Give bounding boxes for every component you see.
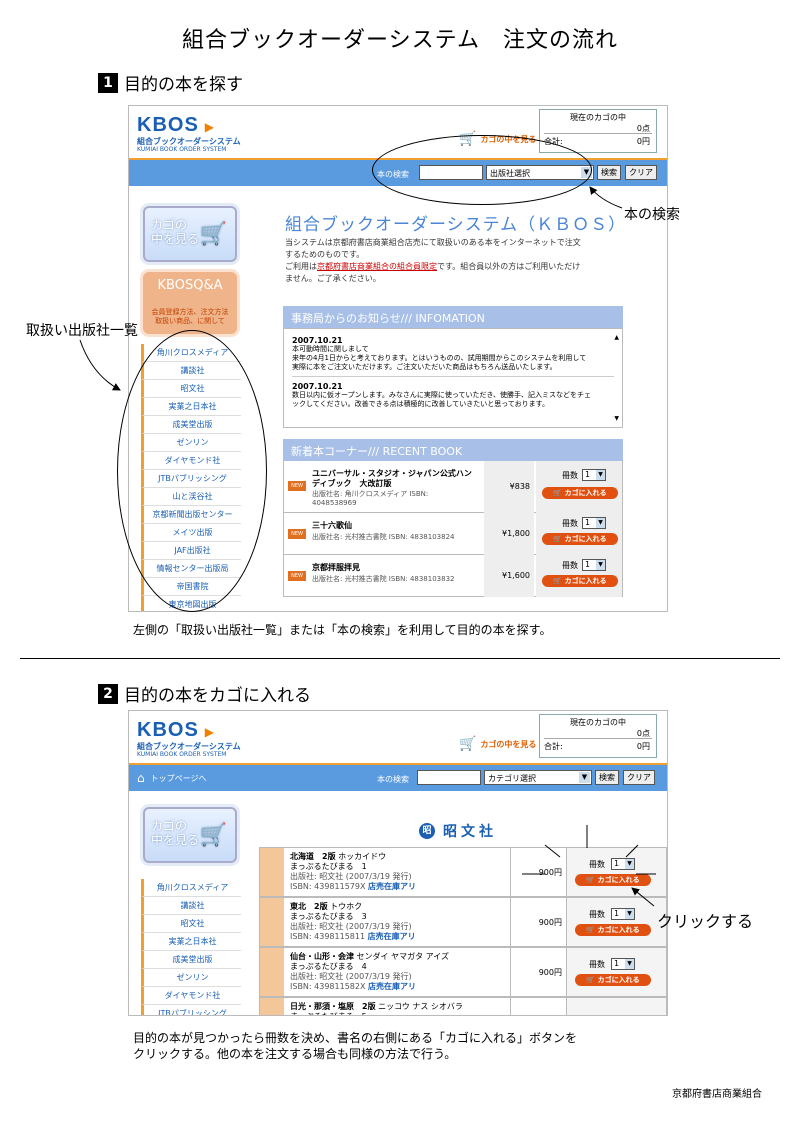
step2-caption: 目的の本が見つかったら冊数を決め、書名の右側にある「カゴに入れる」ボタンを クリ… — [133, 1030, 577, 1062]
annotation-click: クリックする — [657, 912, 754, 931]
section-divider — [20, 658, 780, 659]
annotation-arrows — [79, 186, 623, 391]
step1-caption: 左側の「取扱い出版社一覧」または「本の検索」を利用して目的の本を探す。 — [133, 623, 552, 637]
step2-caption-line: 目的の本が見つかったら冊数を決め、書名の右側にある「カゴに入れる」ボタンを — [133, 1031, 578, 1045]
click-annotation-lines — [522, 825, 656, 907]
step2-caption-line: クリックする。他の本を注文する場合も同様の方法で行う。 — [133, 1047, 457, 1061]
footer-org: 京都府書店商業組合 — [672, 1089, 762, 1100]
